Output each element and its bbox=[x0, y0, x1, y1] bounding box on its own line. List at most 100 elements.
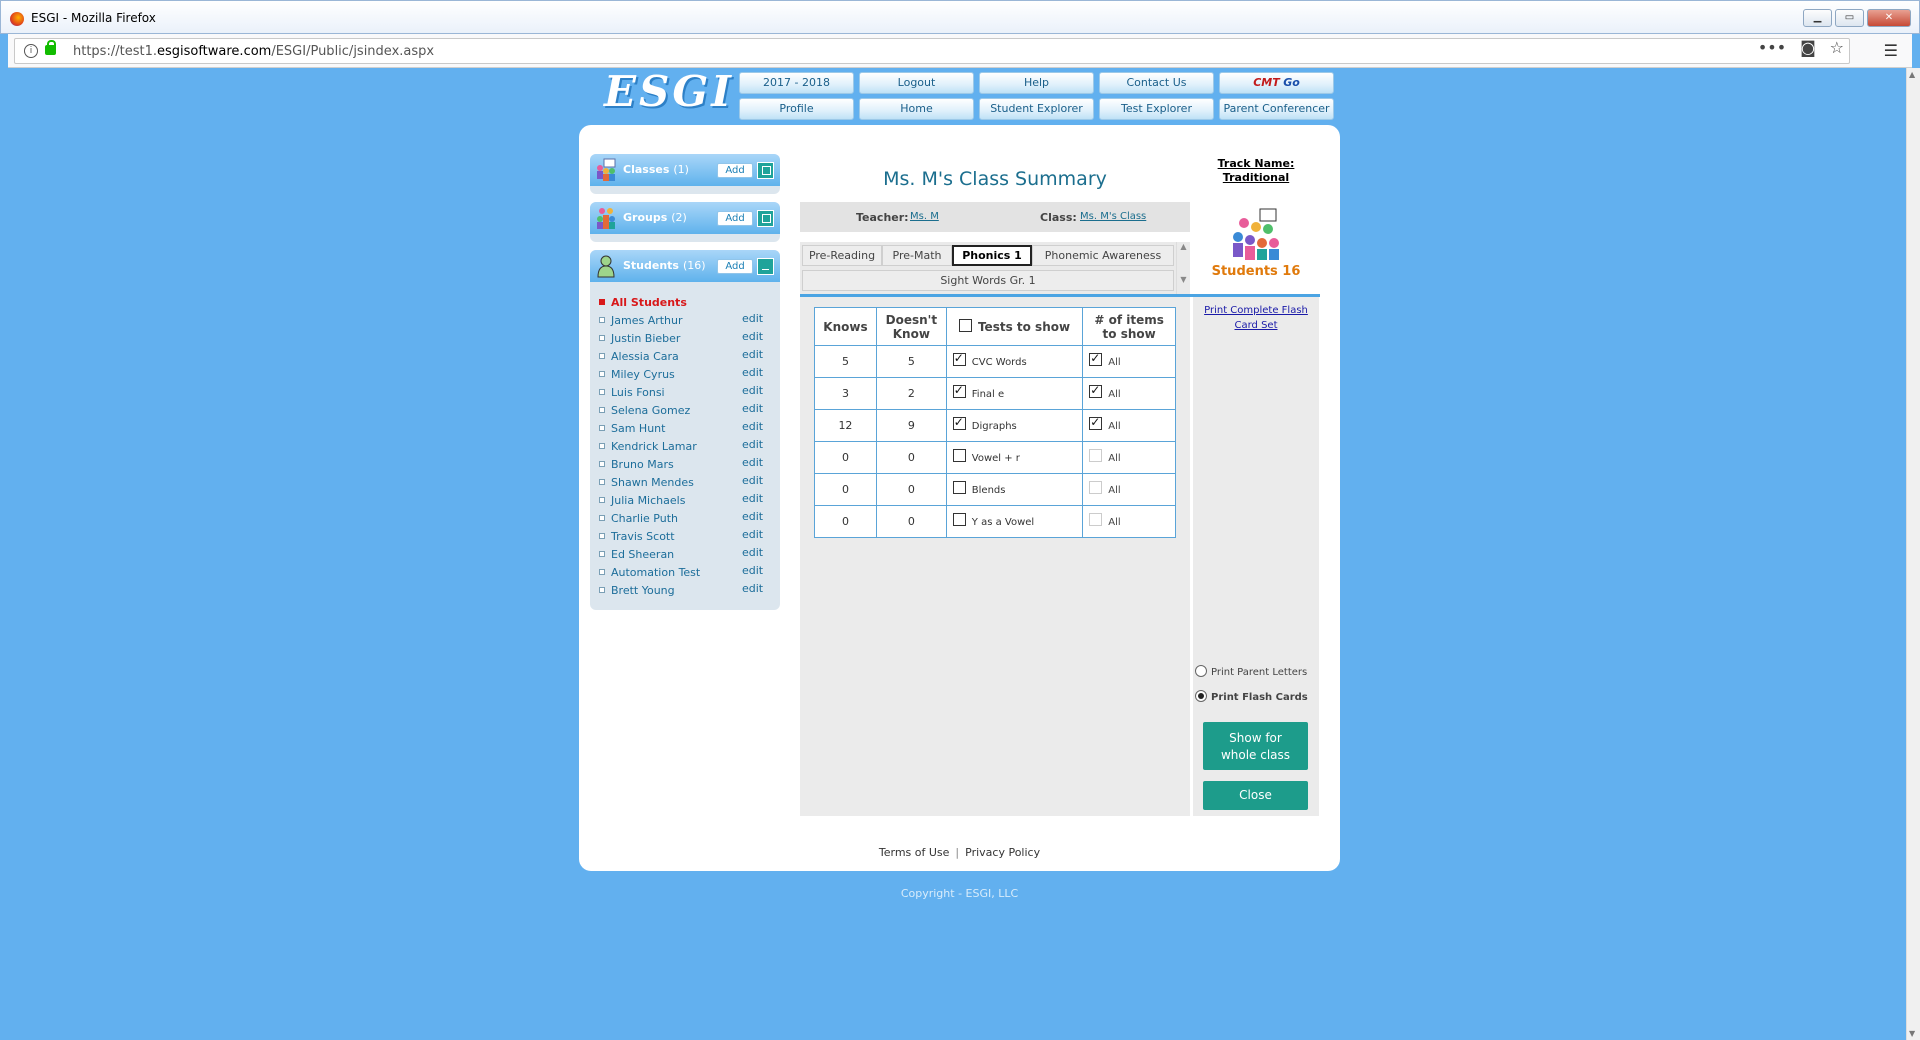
list-item-student[interactable]: Travis Scott edit bbox=[598, 528, 780, 546]
nav-profile[interactable]: Profile bbox=[739, 98, 854, 120]
student-name[interactable]: Charlie Puth bbox=[611, 512, 678, 525]
student-name[interactable]: Kendrick Lamar bbox=[611, 440, 697, 453]
nav-logout[interactable]: Logout bbox=[859, 72, 974, 94]
groups-header[interactable]: Groups (2) Add bbox=[590, 202, 780, 234]
edit-student-link[interactable]: edit bbox=[742, 384, 763, 397]
edit-student-link[interactable]: edit bbox=[742, 438, 763, 451]
close-window-button[interactable]: ✕ bbox=[1867, 9, 1911, 27]
nav-cmt-go[interactable]: CMT Go bbox=[1219, 72, 1334, 94]
edit-student-link[interactable]: edit bbox=[742, 366, 763, 379]
edit-student-link[interactable]: edit bbox=[742, 582, 763, 595]
list-item-student[interactable]: Ed Sheeran edit bbox=[598, 546, 780, 564]
tab-phonics-1[interactable]: Phonics 1 bbox=[952, 245, 1032, 266]
close-button[interactable]: Close bbox=[1203, 781, 1308, 810]
bookmark-star-icon[interactable]: ☆ bbox=[1830, 38, 1844, 57]
student-name[interactable]: Automation Test bbox=[611, 566, 700, 579]
student-name[interactable]: Alessia Cara bbox=[611, 350, 679, 363]
student-name[interactable]: Shawn Mendes bbox=[611, 476, 694, 489]
expand-classes-icon[interactable] bbox=[757, 162, 774, 179]
radio-flash-cards[interactable] bbox=[1195, 690, 1207, 702]
page-scrollbar[interactable]: ▲ ▼ bbox=[1906, 68, 1920, 1040]
student-name[interactable]: Justin Bieber bbox=[611, 332, 680, 345]
list-item-student[interactable]: Kendrick Lamar edit bbox=[598, 438, 780, 456]
list-item-student[interactable]: Julia Michaels edit bbox=[598, 492, 780, 510]
list-item-student[interactable]: Automation Test edit bbox=[598, 564, 780, 582]
list-item-student[interactable]: Selena Gomez edit bbox=[598, 402, 780, 420]
student-name[interactable]: Ed Sheeran bbox=[611, 548, 674, 561]
list-item-student[interactable]: Miley Cyrus edit bbox=[598, 366, 780, 384]
expand-groups-icon[interactable] bbox=[757, 210, 774, 227]
teacher-link[interactable]: Ms. M bbox=[910, 211, 939, 222]
class-link[interactable]: Ms. M's Class bbox=[1080, 211, 1146, 222]
test-checkbox[interactable] bbox=[952, 415, 966, 431]
collapse-students-icon[interactable] bbox=[757, 258, 774, 275]
student-name[interactable]: Brett Young bbox=[611, 584, 675, 597]
edit-student-link[interactable]: edit bbox=[742, 492, 763, 505]
list-item-student[interactable]: Justin Bieber edit bbox=[598, 330, 780, 348]
page-actions-icon[interactable]: ••• bbox=[1758, 38, 1786, 57]
list-item-student[interactable]: Charlie Puth edit bbox=[598, 510, 780, 528]
edit-student-link[interactable]: edit bbox=[742, 456, 763, 469]
list-item-student[interactable]: Bruno Mars edit bbox=[598, 456, 780, 474]
all-items-checkbox[interactable] bbox=[1089, 383, 1103, 399]
nav-parent-conferencer[interactable]: Parent Conferencer bbox=[1219, 98, 1334, 120]
menu-icon[interactable]: ☰ bbox=[1884, 41, 1898, 60]
list-item-student[interactable]: Brett Young edit bbox=[598, 582, 780, 600]
edit-student-link[interactable]: edit bbox=[742, 510, 763, 523]
students-header[interactable]: Students (16) Add bbox=[590, 250, 780, 282]
print-flash-card-set-link[interactable]: Print Complete Flash Card Set bbox=[1193, 303, 1319, 333]
edit-student-link[interactable]: edit bbox=[742, 402, 763, 415]
privacy-link[interactable]: Privacy Policy bbox=[965, 846, 1040, 859]
student-name[interactable]: James Arthur bbox=[611, 314, 683, 327]
nav-contact-us[interactable]: Contact Us bbox=[1099, 72, 1214, 94]
nav-test-explorer[interactable]: Test Explorer bbox=[1099, 98, 1214, 120]
minimize-button[interactable]: ▁ bbox=[1803, 9, 1832, 27]
scroll-down-icon[interactable]: ▼ bbox=[1909, 1029, 1915, 1038]
address-bar[interactable]: i https://test1.esgisoftware.com/ESGI/Pu… bbox=[14, 38, 1850, 64]
test-checkbox[interactable] bbox=[952, 351, 966, 367]
radio-print-flash-cards[interactable]: Print Flash Cards bbox=[1195, 690, 1308, 707]
test-checkbox[interactable] bbox=[952, 383, 966, 399]
add-student-button[interactable]: Add bbox=[717, 259, 753, 274]
all-items-checkbox[interactable] bbox=[1089, 449, 1103, 463]
student-name[interactable]: Bruno Mars bbox=[611, 458, 674, 471]
select-all-checkbox[interactable] bbox=[958, 318, 972, 332]
list-item-student[interactable]: Alessia Cara edit bbox=[598, 348, 780, 366]
edit-student-link[interactable]: edit bbox=[742, 420, 763, 433]
nav-help[interactable]: Help bbox=[979, 72, 1094, 94]
radio-parent-letters[interactable] bbox=[1195, 665, 1207, 677]
radio-print-parent-letters[interactable]: Print Parent Letters bbox=[1195, 665, 1307, 682]
student-name[interactable]: Travis Scott bbox=[611, 530, 675, 543]
edit-student-link[interactable]: edit bbox=[742, 348, 763, 361]
test-checkbox[interactable] bbox=[952, 481, 966, 495]
all-items-checkbox[interactable] bbox=[1089, 415, 1103, 431]
scroll-up-icon[interactable]: ▲ bbox=[1177, 242, 1190, 251]
esgi-logo[interactable]: ESGI bbox=[604, 67, 734, 116]
list-item-student[interactable]: Shawn Mendes edit bbox=[598, 474, 780, 492]
add-group-button[interactable]: Add bbox=[717, 211, 753, 226]
student-name[interactable]: Selena Gomez bbox=[611, 404, 690, 417]
list-item-all-students[interactable]: All Students bbox=[598, 294, 780, 312]
nav-home[interactable]: Home bbox=[859, 98, 974, 120]
tab-sight-words[interactable]: Sight Words Gr. 1 bbox=[802, 270, 1174, 291]
all-items-checkbox[interactable] bbox=[1089, 513, 1103, 527]
show-whole-class-button[interactable]: Show for whole class bbox=[1203, 722, 1308, 770]
test-checkbox[interactable] bbox=[952, 513, 966, 527]
student-name[interactable]: Miley Cyrus bbox=[611, 368, 675, 381]
terms-link[interactable]: Terms of Use bbox=[879, 846, 950, 859]
all-items-checkbox[interactable] bbox=[1089, 481, 1103, 495]
info-icon[interactable]: i bbox=[24, 44, 38, 58]
test-checkbox[interactable] bbox=[952, 449, 966, 463]
add-class-button[interactable]: Add bbox=[717, 163, 753, 178]
scroll-down-icon[interactable]: ▼ bbox=[1177, 275, 1190, 284]
list-item-student[interactable]: Sam Hunt edit bbox=[598, 420, 780, 438]
edit-student-link[interactable]: edit bbox=[742, 564, 763, 577]
pocket-icon[interactable]: ◙ bbox=[1800, 38, 1816, 57]
edit-student-link[interactable]: edit bbox=[742, 528, 763, 541]
student-name[interactable]: Luis Fonsi bbox=[611, 386, 665, 399]
edit-student-link[interactable]: edit bbox=[742, 330, 763, 343]
classes-header[interactable]: Classes (1) Add bbox=[590, 154, 780, 186]
student-name[interactable]: All Students bbox=[611, 296, 687, 309]
scroll-up-icon[interactable]: ▲ bbox=[1909, 70, 1915, 79]
edit-student-link[interactable]: edit bbox=[742, 312, 763, 325]
